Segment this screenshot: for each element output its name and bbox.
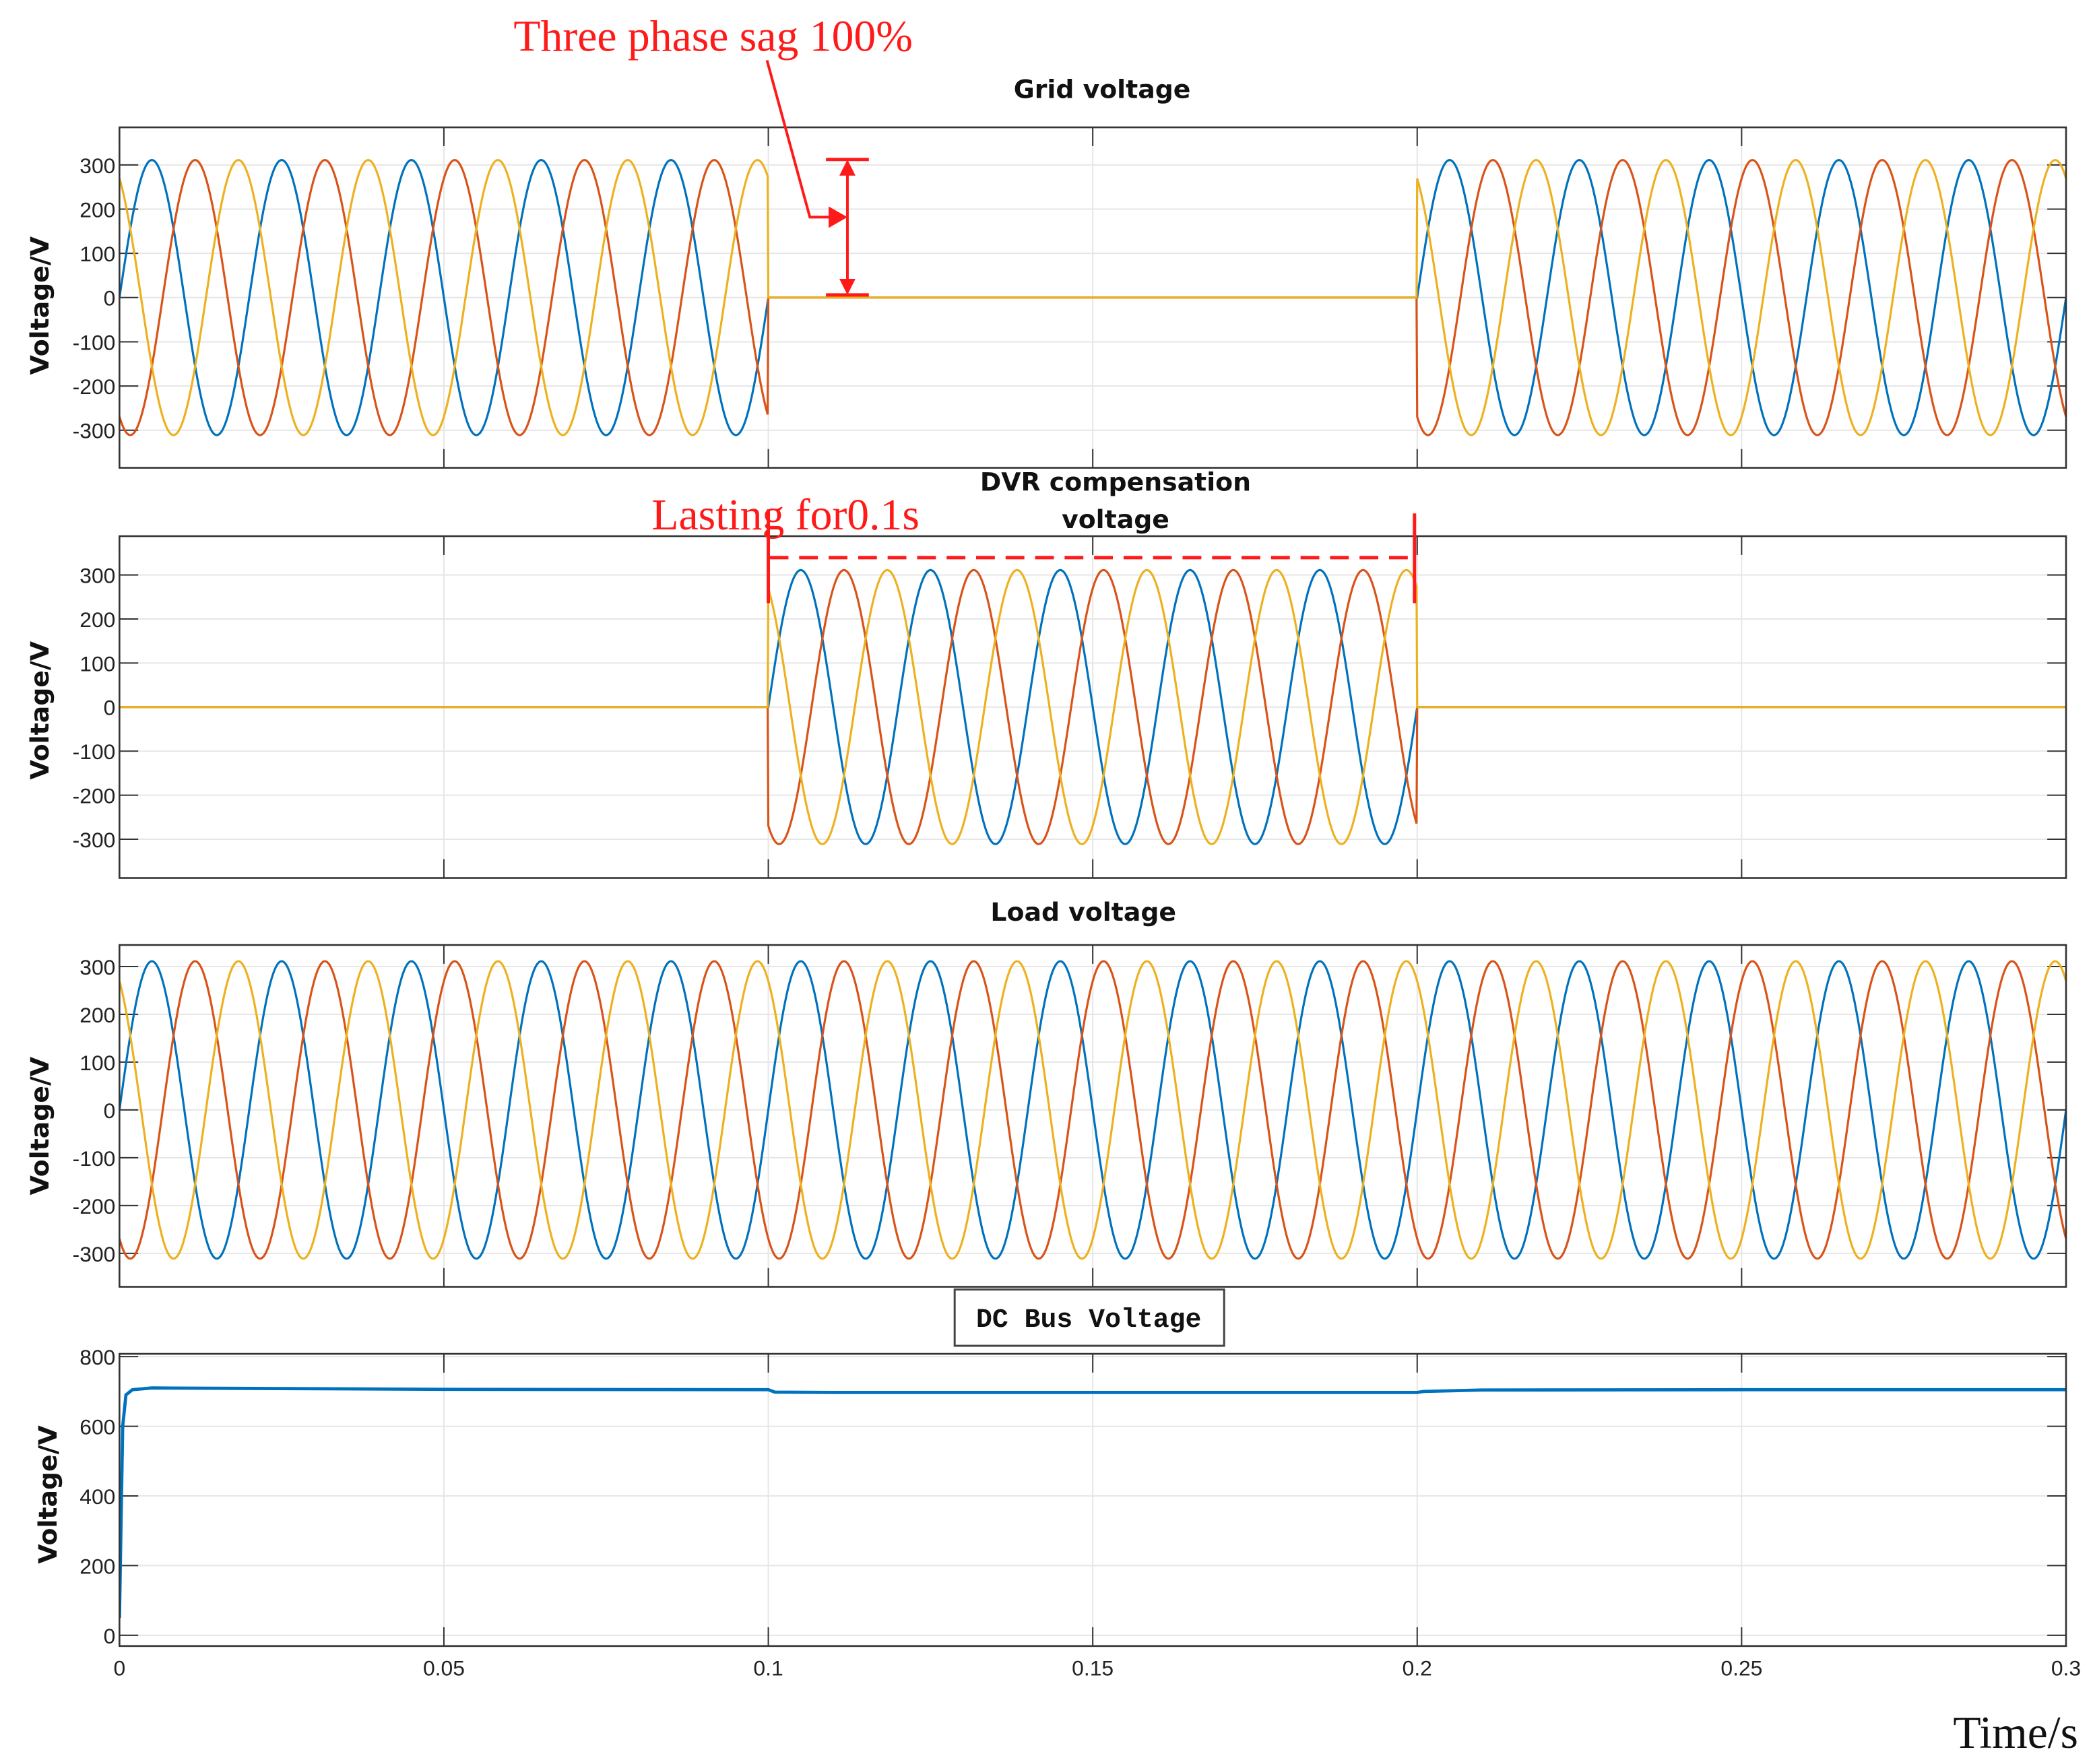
- sag-label: Three phase sag 100%: [513, 12, 913, 61]
- y-tick-label: -200: [73, 374, 116, 399]
- y-tick-label: 600: [79, 1415, 115, 1439]
- y-tick-label: 300: [79, 154, 115, 178]
- y-tick-label: 0: [104, 1624, 116, 1648]
- y-tick-label: -200: [73, 1194, 116, 1218]
- y-tick-label: -300: [73, 1242, 116, 1266]
- y-tick-label: 800: [79, 1345, 115, 1369]
- y-tick-label: -300: [73, 419, 116, 443]
- y-tick-label: 100: [79, 242, 115, 266]
- x-tick-label: 0.2: [1403, 1656, 1432, 1680]
- xlabel-time: Time/s: [1953, 1707, 2078, 1758]
- figure: 300 200 100 0 -100 -200 -300 300 200 100 0 -100 -200…: [0, 0, 2093, 1764]
- y-tick-label: 0: [104, 286, 116, 311]
- y-tick-label: 0: [104, 696, 116, 720]
- y-tick-label: -100: [73, 740, 116, 764]
- y-tick-label: 300: [79, 564, 115, 588]
- ylabel-load: Voltage/V: [25, 1056, 55, 1195]
- chart-figure: 300 200 100 0 -100 -200 -300 300 200 100 0 -100 -200…: [25, 12, 2081, 1758]
- y-tick-label: 200: [79, 1003, 115, 1027]
- y-tick-label: -200: [73, 784, 116, 808]
- y-tick-label: 400: [79, 1484, 115, 1509]
- y-tick-label: -300: [73, 828, 116, 852]
- y-tick-label: 100: [79, 651, 115, 676]
- x-tick-label: 0.1: [753, 1656, 783, 1680]
- y-tick-label: 0: [104, 1099, 116, 1123]
- y-tick-label: -100: [73, 330, 116, 354]
- x-tick-label: 0.3: [2051, 1656, 2081, 1680]
- title-load-voltage: Load voltage: [990, 897, 1176, 927]
- axes-load: 300 200 100 0 -100 -200 -300: [73, 944, 2067, 1288]
- x-tick-label: 0.05: [423, 1656, 465, 1680]
- y-tick-label: 200: [79, 608, 115, 632]
- axes-dvr: 300 200 100 0 -100 -200 -300: [73, 535, 2067, 879]
- axes-grid: 300 200 100 0 -100 -200 -300: [73, 126, 2067, 469]
- ylabel-dvr: Voltage/V: [25, 641, 55, 779]
- title-dvr-line1: DVR compensation: [980, 467, 1251, 496]
- x-tick-label: 0.25: [1720, 1656, 1762, 1680]
- ylabel-grid: Voltage/V: [25, 236, 55, 374]
- axes-dc-bus: 800 600 400 200 0: [79, 1345, 2067, 1648]
- title-dvr-line2: voltage: [1062, 504, 1169, 534]
- y-tick-label: 200: [79, 197, 115, 222]
- title-dc-bus-voltage: DC Bus Voltage: [976, 1305, 1201, 1335]
- ylabel-dc-bus: Voltage/V: [33, 1425, 63, 1564]
- y-tick-label: 200: [79, 1554, 115, 1578]
- x-tick-label: 0: [113, 1656, 125, 1680]
- title-grid-voltage: Grid voltage: [1014, 74, 1191, 104]
- y-tick-label: -100: [73, 1146, 116, 1171]
- y-tick-label: 100: [79, 1051, 115, 1075]
- x-tick-label: 0.15: [1072, 1656, 1114, 1680]
- y-tick-label: 300: [79, 955, 115, 979]
- duration-label: Lasting for0.1s: [651, 490, 920, 540]
